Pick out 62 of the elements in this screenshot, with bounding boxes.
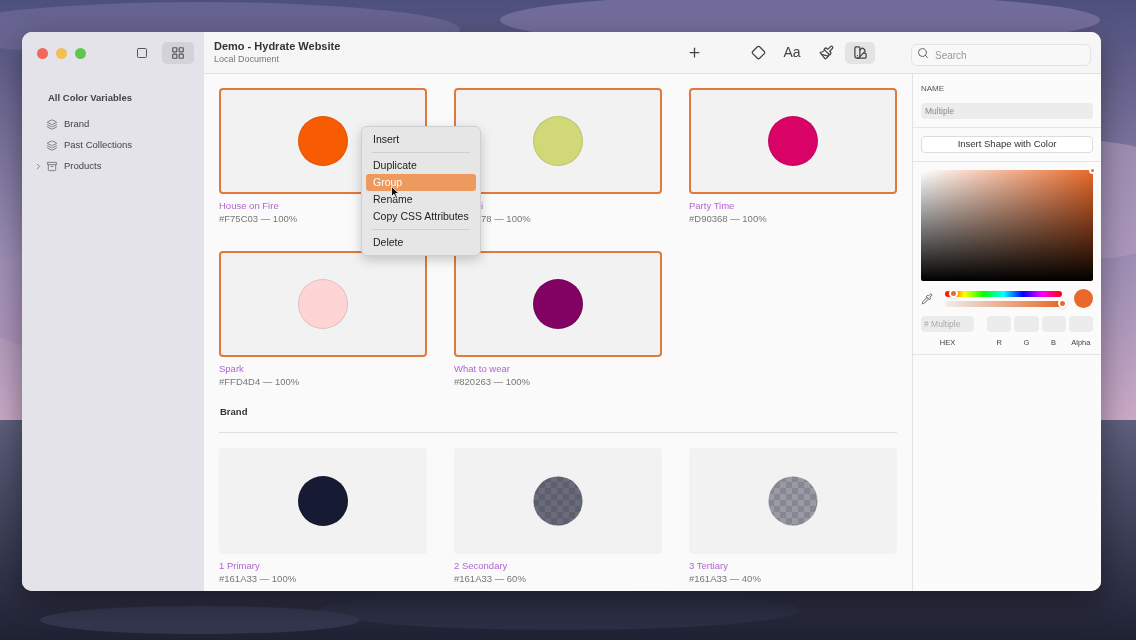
hex-field[interactable]: # Multiple <box>921 316 974 332</box>
swatch-code: #161A33 — 60% <box>454 572 526 585</box>
swatch-code: #D90368 — 100% <box>689 212 767 225</box>
swatch-code: 78 — 100% <box>481 212 531 225</box>
swatch-card[interactable] <box>454 88 662 194</box>
swatch-name: House on Fire <box>219 200 279 212</box>
menu-item[interactable]: Duplicate <box>366 157 476 174</box>
swatches-icon <box>852 45 868 60</box>
panel-icon <box>135 47 149 59</box>
sidebar-item[interactable]: Products <box>22 156 204 177</box>
swatch-name: Party Time <box>689 200 735 212</box>
slider-thumb[interactable] <box>1057 299 1067 308</box>
color-handle[interactable] <box>1089 167 1096 174</box>
close-button[interactable] <box>37 47 48 59</box>
swatch-name: 2 Secondary <box>454 560 508 572</box>
eyedropper-icon[interactable] <box>921 292 933 305</box>
color-field[interactable] <box>921 170 1093 281</box>
sidebar-item[interactable]: Brand <box>22 114 204 135</box>
name-field[interactable]: Multiple <box>921 103 1093 119</box>
swatch-code: #820263 — 100% <box>454 375 531 388</box>
grid-view-button[interactable] <box>162 42 194 64</box>
search-icon <box>917 46 929 59</box>
swatch-code: #FFD4D4 — 100% <box>219 375 300 388</box>
swatch-name: What to wear <box>454 363 510 375</box>
window-subtitle: Local Document <box>214 53 281 65</box>
swatch-card[interactable] <box>454 448 662 554</box>
swatch-code: #161A33 — 40% <box>689 572 761 585</box>
chevron-right-icon <box>34 162 43 171</box>
box-icon <box>46 161 58 172</box>
sidebar-item[interactable]: Past Collections <box>22 135 204 156</box>
brush-icon <box>818 45 834 60</box>
swatch-card[interactable] <box>689 448 897 554</box>
text-tool[interactable]: Aa <box>777 41 807 64</box>
menu-item[interactable]: Copy CSS Attributes <box>366 208 476 225</box>
diamond-icon <box>750 45 766 60</box>
menu-item[interactable]: Rename <box>366 191 476 208</box>
menu-item[interactable]: Insert <box>366 131 476 148</box>
search-field[interactable]: Search <box>911 44 1091 66</box>
swatch-name: 1 Primary <box>219 560 260 572</box>
name-label: NAME <box>921 83 945 95</box>
stack-icon <box>46 140 58 151</box>
swatches-tool[interactable] <box>845 41 875 64</box>
swatch-card[interactable] <box>689 88 897 194</box>
add-icon <box>686 45 702 60</box>
slider-thumb[interactable] <box>948 289 958 298</box>
color-circle <box>533 476 583 526</box>
swatch-name: Spark <box>219 363 244 375</box>
stack-icon <box>46 119 58 130</box>
swatch-code: #F75C03 — 100% <box>219 212 298 225</box>
grid-icon <box>171 46 185 60</box>
swatch-card[interactable] <box>219 251 427 357</box>
sidebar-heading[interactable]: All Color Variables <box>48 92 132 103</box>
swatch-code: #161A33 — 100% <box>219 572 297 585</box>
section-heading: Brand <box>219 406 248 417</box>
swatch-card[interactable] <box>454 251 662 357</box>
swatch-name: i <box>481 200 484 212</box>
swatch-card[interactable] <box>219 448 427 554</box>
menu-item[interactable]: Delete <box>366 234 476 251</box>
swatch-name: 3 Tertiary <box>689 560 728 572</box>
window-title: Demo - Hydrate Website <box>214 40 341 53</box>
color-circle <box>768 476 818 526</box>
insert-shape-button[interactable]: Insert Shape with Color <box>921 136 1093 153</box>
